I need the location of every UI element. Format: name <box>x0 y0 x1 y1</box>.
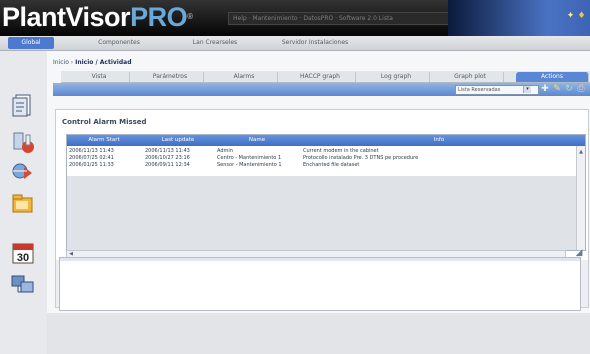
subtab-bar: Vista Parámetros Alarms HACCP graph Log … <box>61 71 590 83</box>
tab-haccp-graph[interactable]: HACCP graph <box>285 72 356 82</box>
column-header-name[interactable]: Name <box>215 135 299 146</box>
topnav-item-servidor[interactable]: Servidor Instalaciones <box>275 38 355 48</box>
breadcrumb: Inicio › Inicio / Actividad <box>53 59 132 66</box>
cell-last-update: 2006/10/27 23:16 <box>145 155 190 161</box>
logo-text-pro: PRO <box>130 2 188 32</box>
grid-header: Alarm Start Last update Name Info <box>67 135 585 146</box>
topnav-item-lan[interactable]: Lan Crearseles <box>180 38 250 48</box>
tab-log-graph[interactable]: Log graph <box>363 72 430 82</box>
print-icon[interactable]: ⎙ <box>576 84 586 94</box>
topnav-item-componentes[interactable]: Componentes <box>90 38 148 48</box>
calendar-icon[interactable]: 30 <box>10 241 36 265</box>
user-icon[interactable]: ♦ <box>577 11 586 21</box>
textarea-top-border <box>60 258 580 261</box>
grid-empty-area <box>67 176 577 250</box>
cooling-icon[interactable] <box>10 159 36 183</box>
refresh-icon[interactable]: ↻ <box>564 84 574 94</box>
column-header-last-update[interactable]: Last update <box>143 135 213 146</box>
table-row[interactable]: 2006/07/25 02:41 2006/10/27 23:16 Centro… <box>67 155 577 161</box>
tab-graph-plot[interactable]: Graph plot <box>437 72 504 82</box>
app-logo: PlantVisorPRO® <box>2 0 193 34</box>
cell-info: Protocollo instalado Pre. 3 DTNS pe proc… <box>303 155 419 161</box>
export-icon[interactable]: ✎ <box>552 84 562 94</box>
registered-mark: ® <box>187 12 193 21</box>
header-info-bar: Help · Mantenimiento · DatosPRO · Softwa… <box>228 12 466 25</box>
app-header: PlantVisorPRO® Help · Mantenimiento · Da… <box>0 0 590 36</box>
cell-info: Current modem in the cabinet <box>303 148 379 154</box>
alarm-grid: Alarm Start Last update Name Info 2006/1… <box>66 134 586 251</box>
scroll-up-icon[interactable]: ▲ <box>578 149 584 155</box>
table-row[interactable]: 2006/01/25 11:33 2006/09/11 12:34 Sensor… <box>67 162 577 168</box>
cell-info: Enchanted file dataset <box>303 162 360 168</box>
notes-textarea[interactable] <box>59 257 581 311</box>
column-header-info[interactable]: Info <box>301 135 577 146</box>
breadcrumb-home[interactable]: Inicio <box>53 59 69 66</box>
logo-text-visor: Visor <box>65 2 131 32</box>
tab-parametros[interactable]: Parámetros <box>137 72 204 82</box>
tab-alarms[interactable]: Alarms <box>211 72 278 82</box>
chevron-down-icon[interactable]: ▾ <box>523 86 531 93</box>
cell-name: Admin <box>217 148 233 154</box>
tab-vista[interactable]: Vista <box>69 72 130 82</box>
sidebar: 30 <box>0 51 48 354</box>
action-toolbar: Lista Reservadas ▾ ✚ ✎ ↻ ⎙ <box>53 83 590 96</box>
top-navigation: Global Componentes Lan Crearseles Servid… <box>0 36 590 51</box>
table-row[interactable]: 2006/11/13 11:43 2006/11/13 11:43 Admin … <box>67 148 577 154</box>
cell-last-update: 2006/09/11 12:34 <box>145 162 190 168</box>
vertical-scrollbar[interactable]: ▲ <box>576 146 585 250</box>
cell-last-update: 2006/11/13 11:43 <box>145 148 190 154</box>
cell-name: Centro - Mantenimiento 1 <box>217 155 282 161</box>
help-icon[interactable]: ✦ <box>566 11 575 21</box>
breadcrumb-current: Inicio / Actividad <box>75 59 132 66</box>
cell-name: Sensor - Mantenimiento 1 <box>217 162 282 168</box>
cell-alarm-start: 2006/01/25 11:33 <box>69 162 114 168</box>
document-icon[interactable] <box>10 93 36 117</box>
cell-alarm-start: 2006/11/13 11:43 <box>69 148 114 154</box>
network-icon[interactable] <box>10 272 36 296</box>
folder-icon[interactable] <box>10 191 36 215</box>
panel-title: Control Alarm Missed <box>62 118 147 126</box>
column-header-alarm-start[interactable]: Alarm Start <box>67 135 141 146</box>
footer-band <box>47 313 590 354</box>
logo-text-plant: Plant <box>2 2 66 32</box>
cell-alarm-start: 2006/07/25 02:41 <box>69 155 114 161</box>
topnav-item-global[interactable]: Global <box>8 37 54 49</box>
main-content: Inicio › Inicio / Actividad Vista Paráme… <box>47 51 590 354</box>
add-icon[interactable]: ✚ <box>540 84 550 94</box>
thermometer-icon[interactable] <box>10 131 36 155</box>
tab-actions[interactable]: Actions <box>516 72 589 82</box>
calendar-day: 30 <box>17 252 29 264</box>
